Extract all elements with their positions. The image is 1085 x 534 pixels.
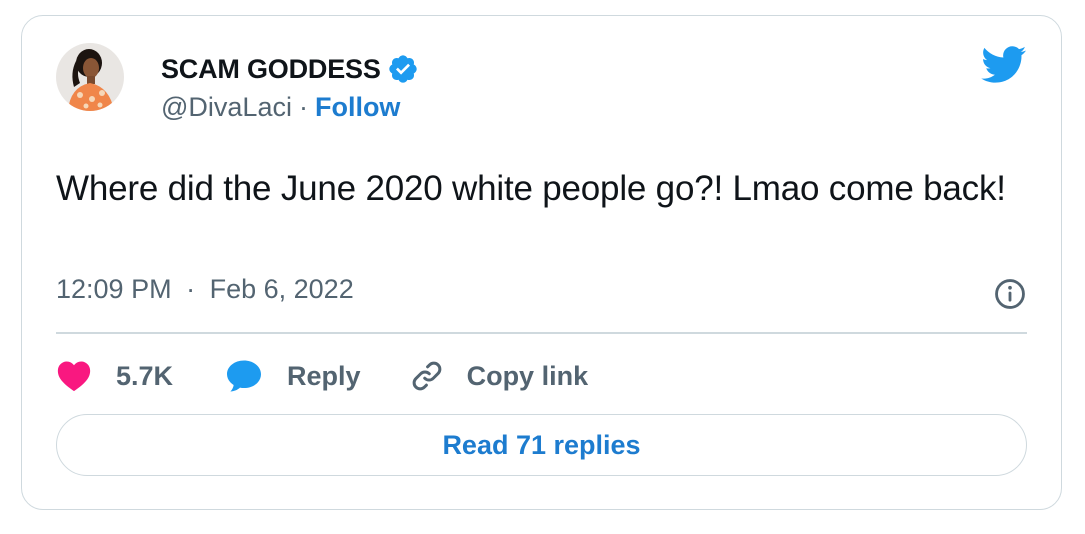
copy-link-button[interactable]: Copy link	[409, 358, 589, 394]
handle[interactable]: @DivaLaci	[161, 92, 292, 123]
twitter-bird-icon[interactable]	[981, 46, 1027, 84]
tweet-date: Feb 6, 2022	[209, 274, 354, 304]
link-icon	[412, 361, 441, 391]
verified-badge-icon	[387, 53, 419, 85]
tweet-timestamp[interactable]: 12:09 PM · Feb 6, 2022	[56, 274, 354, 305]
copy-link-label: Copy link	[466, 360, 589, 391]
display-name[interactable]: SCAM GODDESS	[161, 54, 381, 85]
separator-dot: ·	[298, 91, 308, 122]
handle-row: @DivaLaci · Follow	[161, 88, 419, 126]
separator-dot: ·	[186, 274, 196, 304]
speech-bubble-icon	[227, 360, 262, 392]
read-replies-button[interactable]: Read 71 replies	[56, 414, 1027, 476]
tweet-time: 12:09 PM	[56, 274, 172, 304]
avatar[interactable]	[56, 43, 124, 111]
author-block: SCAM GODDESS @DivaLaci · Follow	[161, 50, 419, 126]
tweet-text: Where did the June 2020 white people go?…	[56, 169, 1006, 208]
reply-button[interactable]: Reply	[225, 359, 361, 393]
tweet-card: SCAM GODDESS @DivaLaci · Follow Where di…	[21, 15, 1062, 510]
reply-label: Reply	[287, 360, 361, 391]
divider	[56, 332, 1027, 334]
like-count: 5.7K	[116, 360, 174, 391]
like-button[interactable]: 5.7K	[56, 360, 173, 392]
heart-icon	[57, 361, 91, 392]
follow-button[interactable]: Follow	[315, 92, 400, 123]
info-icon[interactable]	[993, 277, 1027, 311]
action-bar: 5.7K Reply Copy link	[56, 354, 588, 398]
name-row: SCAM GODDESS	[161, 50, 419, 88]
